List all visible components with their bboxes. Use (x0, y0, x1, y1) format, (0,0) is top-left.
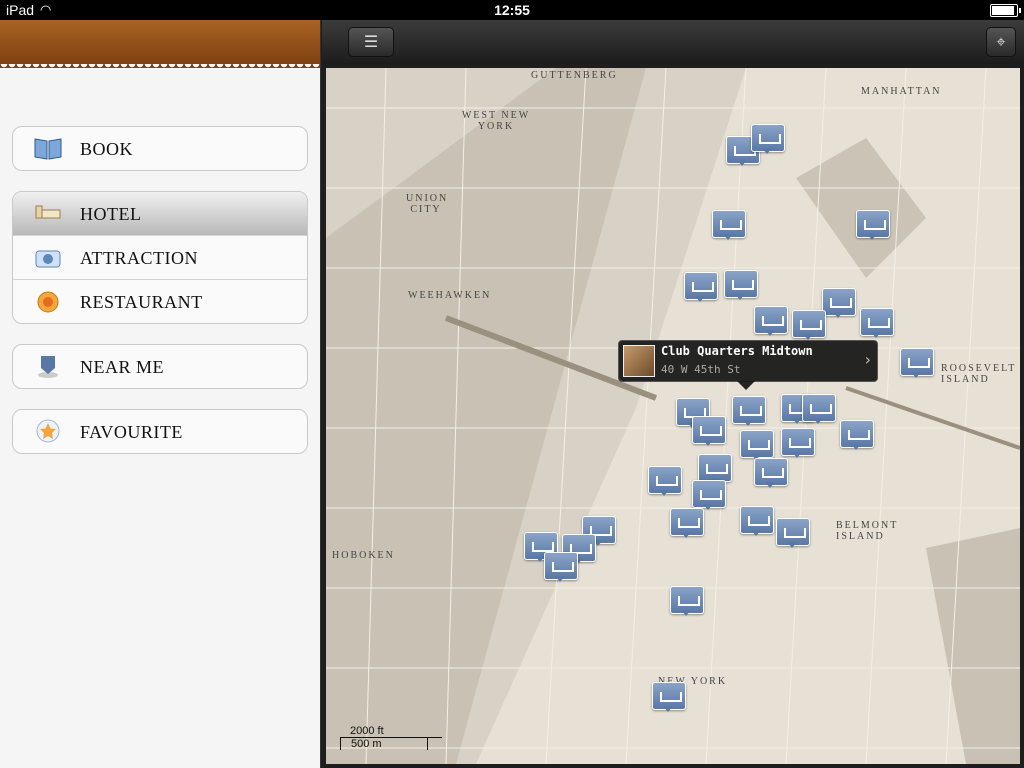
hotel-pin[interactable] (822, 288, 856, 318)
hotel-pin[interactable] (692, 480, 726, 510)
sidebar-item-near-me[interactable]: NEAR ME (13, 345, 307, 388)
map-toolbar: ☰ ⌖ (322, 20, 1024, 64)
hotel-pin[interactable] (751, 124, 785, 154)
hotel-pin[interactable] (740, 506, 774, 536)
hotel-pin[interactable] (754, 306, 788, 336)
battery-icon (990, 4, 1021, 17)
crosshair-icon: ⌖ (996, 32, 1006, 51)
hotel-callout[interactable]: Club Quarters Midtown 40 W 45th St › (618, 340, 878, 390)
location-pin-icon (33, 353, 63, 379)
camera-icon (33, 244, 63, 270)
hotel-pin[interactable] (692, 416, 726, 446)
sidebar: BOOK HOTEL ATTRACTION RESTAURANT NEAR ME… (0, 20, 321, 768)
list-button[interactable]: ☰ (348, 27, 394, 57)
hotel-pin[interactable] (802, 394, 836, 424)
sidebar-item-label: NEAR ME (80, 357, 164, 377)
chevron-right-icon[interactable]: › (865, 350, 871, 369)
group-near-me: NEAR ME (12, 344, 308, 389)
group-favourite: FAVOURITE (12, 409, 308, 454)
map-label: UNION CITY (406, 193, 449, 215)
hotel-pin[interactable] (724, 270, 758, 300)
clock: 12:55 (494, 2, 530, 18)
hotel-pin[interactable] (792, 310, 826, 340)
hotel-pin[interactable] (781, 428, 815, 458)
map-label: MANHATTAN (861, 86, 942, 97)
map-view[interactable]: GUTTENBERG WEST NEW YORK MANHATTAN UNION… (326, 68, 1020, 764)
hotel-pin[interactable] (652, 682, 686, 712)
scale-metric: 500 m (340, 738, 428, 750)
status-bar: iPad ◠ 12:55 (0, 0, 1024, 20)
locate-button[interactable]: ⌖ (986, 27, 1016, 57)
hotel-pin[interactable] (754, 458, 788, 488)
sidebar-item-label: BOOK (80, 139, 134, 159)
map-label: WEST NEW YORK (461, 110, 531, 132)
hotel-pin[interactable] (684, 272, 718, 302)
hotel-pin[interactable] (670, 508, 704, 538)
hotel-pin[interactable] (740, 430, 774, 460)
sidebar-item-label: ATTRACTION (80, 248, 198, 268)
hotel-pin[interactable] (860, 308, 894, 338)
leather-header (0, 20, 320, 72)
sidebar-item-restaurant[interactable]: RESTAURANT (13, 279, 307, 323)
hotel-pin[interactable] (776, 518, 810, 548)
map-label: BELMONT ISLAND (836, 520, 899, 542)
hotel-pin[interactable] (648, 466, 682, 496)
map-scale: 2000 ft 500 m (340, 725, 442, 750)
sidebar-item-favourite[interactable]: FAVOURITE (13, 410, 307, 453)
group-categories: HOTEL ATTRACTION RESTAURANT (12, 191, 308, 324)
sidebar-item-hotel[interactable]: HOTEL (13, 192, 307, 235)
map-label: HOBOKEN (332, 550, 395, 561)
hotel-pin[interactable] (544, 552, 578, 582)
plate-icon (33, 288, 63, 314)
hotel-pin[interactable] (732, 396, 766, 426)
callout-title: Club Quarters Midtown (661, 344, 813, 358)
hotel-pin[interactable] (856, 210, 890, 240)
hotel-pin[interactable] (670, 586, 704, 616)
list-icon: ☰ (363, 32, 379, 51)
map-label: WEEHAWKEN (408, 290, 492, 301)
map-label: GUTTENBERG (531, 70, 618, 81)
star-icon (33, 418, 63, 444)
book-icon (33, 135, 63, 161)
sidebar-item-attraction[interactable]: ATTRACTION (13, 235, 307, 279)
sidebar-item-label: HOTEL (80, 204, 142, 224)
sidebar-item-book[interactable]: BOOK (13, 127, 307, 170)
map-streets (326, 68, 1020, 764)
hotel-pin[interactable] (840, 420, 874, 450)
sidebar-item-label: FAVOURITE (80, 422, 183, 442)
bed-icon (33, 200, 63, 226)
hotel-thumbnail (623, 345, 655, 377)
map-label: ROOSEVELT ISLAND (941, 363, 1017, 385)
hotel-pin[interactable] (712, 210, 746, 240)
sidebar-item-label: RESTAURANT (80, 292, 203, 312)
group-book: BOOK (12, 126, 308, 171)
scale-imperial: 2000 ft (340, 725, 442, 738)
callout-subtitle: 40 W 45th St (661, 363, 741, 376)
hotel-pin[interactable] (900, 348, 934, 378)
